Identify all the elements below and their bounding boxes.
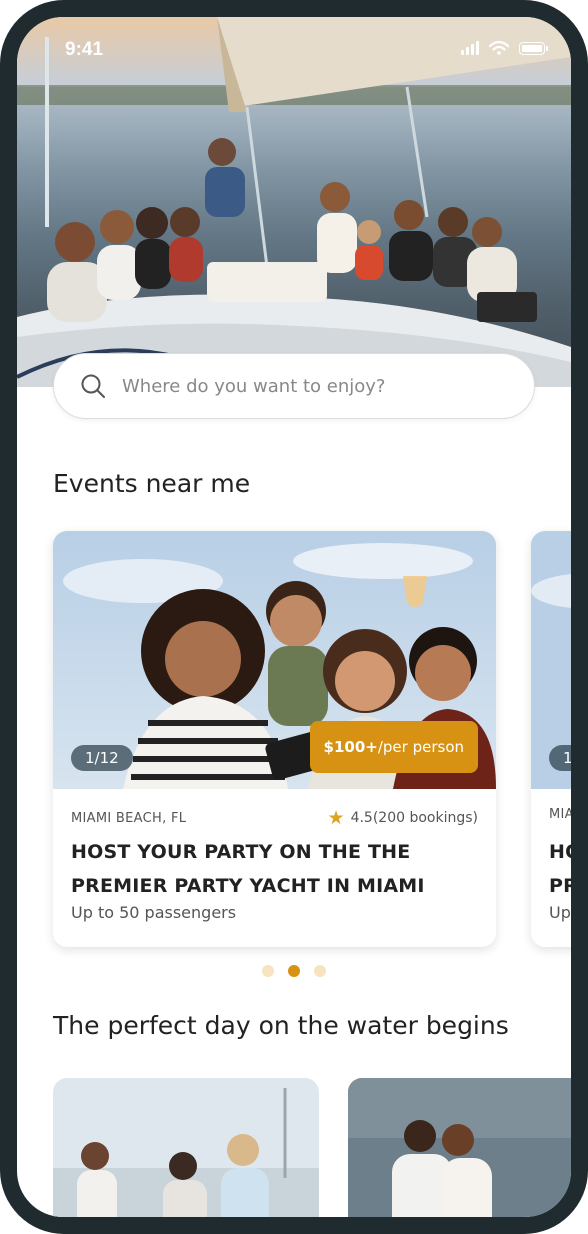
event-card-next[interactable]: 1 MIA HO PR Up <box>531 531 571 947</box>
carousel-dot[interactable] <box>314 965 326 977</box>
event-capacity-next: Up <box>549 903 571 922</box>
events-section-title: Events near me <box>53 469 251 498</box>
cellular-signal-icon <box>461 41 479 55</box>
image-counter-badge: 1/12 <box>71 745 133 771</box>
event-capacity: Up to 50 passengers <box>71 903 237 922</box>
event-card-photo: 1/12 $100+ /per person <box>53 531 496 789</box>
device-frame: 9:41 Where do you want to enjoy? Events … <box>0 0 588 1234</box>
event-title-next: HO PR <box>549 835 571 903</box>
experience-card-2[interactable] <box>348 1078 571 1217</box>
status-time: 9:41 <box>65 39 104 60</box>
phone-screen: 9:41 Where do you want to enjoy? Events … <box>17 17 571 1217</box>
search-icon <box>81 374 105 398</box>
event-title-next-line1: HO <box>549 841 571 863</box>
event-card-meta: MIAMI BEACH, FL ★ 4.5 (200 bookings) <box>71 807 478 829</box>
event-location-next: MIA <box>549 807 571 822</box>
status-icons <box>461 41 548 55</box>
search-bar[interactable] <box>53 353 535 419</box>
carousel-dot[interactable] <box>262 965 274 977</box>
event-rating: ★ 4.5 (200 bookings) <box>328 807 478 829</box>
event-card-next-meta: MIA <box>549 807 571 822</box>
rating-value: 4.5 <box>350 810 373 826</box>
price-badge: $100+ /per person <box>309 721 478 773</box>
event-title: HOST YOUR PARTY ON THE THE PREMIER PARTY… <box>71 841 425 897</box>
star-icon: ★ <box>327 807 345 829</box>
event-location: MIAMI BEACH, FL <box>71 810 187 826</box>
price-amount: $100+ <box>323 738 378 756</box>
perfect-day-section-title: The perfect day on the water begins <box>53 1011 509 1040</box>
image-counter-badge-next: 1 <box>549 745 571 771</box>
event-card-next-photo: 1 <box>531 531 571 789</box>
experience-card-1[interactable] <box>53 1078 319 1217</box>
carousel-dot-active[interactable] <box>288 965 300 977</box>
search-input[interactable] <box>122 375 502 397</box>
battery-icon <box>519 41 548 55</box>
bookings-count: (200 bookings) <box>372 810 478 826</box>
status-bar: 9:41 <box>17 17 571 77</box>
wifi-icon <box>489 41 509 55</box>
event-card[interactable]: 1/12 $100+ /per person MIAMI BEACH, FL ★… <box>53 531 496 947</box>
price-unit: /per person <box>377 738 464 756</box>
hero-image: 9:41 <box>17 17 571 387</box>
event-title-next-line2: PR <box>549 875 571 897</box>
carousel-pagination <box>262 965 326 977</box>
